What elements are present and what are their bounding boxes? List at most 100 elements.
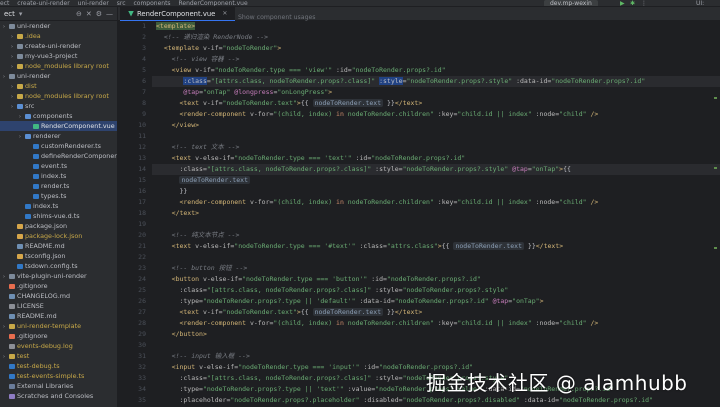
code-line[interactable]: :type="nodeToRender.props?.type || 'defa… bbox=[152, 296, 720, 307]
tree-item[interactable]: › uni-render bbox=[0, 21, 117, 31]
code-line[interactable] bbox=[152, 252, 720, 263]
folder-icon bbox=[9, 273, 15, 279]
code-line[interactable]: <render-component v-for="(child, index) … bbox=[152, 109, 720, 120]
crumb-file[interactable]: RenderComponent.vue bbox=[178, 0, 247, 6]
code-line[interactable]: <text v-else-if="nodeToRender.type === '… bbox=[152, 241, 720, 252]
tree-item[interactable]: README.md bbox=[0, 241, 117, 251]
code-line[interactable]: :class="[attrs.class, nodeToRender.props… bbox=[152, 164, 720, 175]
code-line[interactable]: <button v-else-if="nodeToRender.type ===… bbox=[152, 274, 720, 285]
tree-item[interactable]: events-debug.log bbox=[0, 341, 117, 351]
code-line[interactable]: :class="[attrs.class, nodeToRender.props… bbox=[152, 76, 720, 87]
tree-item[interactable]: Scratches and Consoles bbox=[0, 391, 117, 401]
code-line[interactable] bbox=[152, 131, 720, 142]
tree-item[interactable]: › vite-plugin-uni-render bbox=[0, 271, 117, 281]
crumb-src[interactable]: src bbox=[117, 0, 126, 6]
tree-item-label: tsdown.config.ts bbox=[25, 262, 78, 270]
tree-item[interactable]: package.json bbox=[0, 221, 117, 231]
tab-render-component[interactable]: RenderComponent.vue ✕ bbox=[120, 7, 236, 21]
code-line[interactable]: <!-- 纯文本节点 --> bbox=[152, 230, 720, 241]
close-tab-icon[interactable]: ✕ bbox=[222, 10, 227, 17]
code-line[interactable]: <view v-if="nodeToRender.type === 'view'… bbox=[152, 65, 720, 76]
crumb-create-uni-render[interactable]: create-uni-render bbox=[17, 0, 69, 6]
tree-item[interactable]: LICENSE bbox=[0, 301, 117, 311]
tree-item[interactable]: types.ts bbox=[0, 191, 117, 201]
tree-item[interactable]: External Libraries bbox=[0, 381, 117, 391]
tree-item[interactable]: RenderComponent.vue bbox=[0, 121, 117, 131]
code-line[interactable]: <text v-if="nodeToRender.text">{{ nodeTo… bbox=[152, 98, 720, 109]
code-line[interactable]: <!-- view 容器 --> bbox=[152, 54, 720, 65]
code-line[interactable]: <template> bbox=[152, 21, 720, 32]
chevron-down-icon[interactable]: ▾ bbox=[19, 10, 23, 18]
code-line[interactable] bbox=[152, 340, 720, 351]
line-number: 16 bbox=[138, 187, 146, 195]
tree-item[interactable]: › renderer bbox=[0, 131, 117, 141]
tree-item[interactable]: › components bbox=[0, 111, 117, 121]
more-icon[interactable]: ⋮ bbox=[641, 0, 647, 6]
tree-item[interactable]: › node_modules library root bbox=[0, 61, 117, 71]
tree-item[interactable]: render.ts bbox=[0, 181, 117, 191]
code-token: {{ bbox=[300, 308, 313, 316]
code-line[interactable]: @tap="onTap" @longpress="onLongPress"> bbox=[152, 87, 720, 98]
crumb-project[interactable]: ect bbox=[0, 0, 9, 6]
code-line[interactable]: }} bbox=[152, 186, 720, 197]
code-line[interactable]: nodeToRender.text bbox=[152, 175, 720, 186]
tree-item[interactable]: › uni-render bbox=[0, 71, 117, 81]
tree-item[interactable]: › .idea bbox=[0, 31, 117, 41]
code-token: "child.id || index" bbox=[457, 319, 532, 327]
code-token: "attrs.class" bbox=[386, 242, 438, 250]
tree-item[interactable]: package-lock.json bbox=[0, 231, 117, 241]
code-area[interactable]: <template> <!-- 递归渲染 RenderNode --> <tem… bbox=[152, 21, 720, 407]
code-line[interactable]: </view> bbox=[152, 120, 720, 131]
close-icon[interactable]: ✕ bbox=[86, 10, 92, 18]
code-line[interactable]: <!-- button 按钮 --> bbox=[152, 263, 720, 274]
code-line[interactable]: </text> bbox=[152, 208, 720, 219]
crumb-components[interactable]: components bbox=[133, 0, 170, 6]
crumb-uni-render[interactable]: uni-render bbox=[78, 0, 109, 6]
code-line[interactable]: <text v-else-if="nodeToRender.type === '… bbox=[152, 153, 720, 164]
code-line[interactable]: <!-- text 文本 --> bbox=[152, 142, 720, 153]
code-token: :type= bbox=[179, 385, 203, 393]
tree-item[interactable]: › node_modules library root bbox=[0, 91, 117, 101]
code-token: @tap bbox=[183, 88, 200, 96]
tree-item[interactable]: shims-vue.d.ts bbox=[0, 211, 117, 221]
tree-item[interactable]: CHANGELOG.md bbox=[0, 291, 117, 301]
tree-item[interactable]: test-events-simple.ts bbox=[0, 371, 117, 381]
code-token: "nodeToRender.type === '#text'" bbox=[234, 242, 356, 250]
code-line[interactable]: <render-component v-for="(child, index) … bbox=[152, 197, 720, 208]
collapse-icon[interactable]: ⊖ bbox=[76, 10, 82, 18]
code-line[interactable]: <render-component v-for="(child, index) … bbox=[152, 318, 720, 329]
tree-item[interactable]: › src bbox=[0, 101, 117, 111]
debug-icon[interactable]: ✱ bbox=[630, 0, 635, 6]
tree-item[interactable]: › dist bbox=[0, 81, 117, 91]
project-title[interactable]: ect bbox=[4, 10, 15, 18]
tree-item[interactable]: tsconfig.json bbox=[0, 251, 117, 261]
tree-item[interactable]: index.ts bbox=[0, 171, 117, 181]
code-line[interactable]: </button> bbox=[152, 329, 720, 340]
tree-item[interactable]: event.ts bbox=[0, 161, 117, 171]
code-line[interactable]: <!-- input 输入框 --> bbox=[152, 351, 720, 362]
tree-item[interactable]: .gitignore bbox=[0, 331, 117, 341]
tree-item[interactable]: customRenderer.ts bbox=[0, 141, 117, 151]
code-line[interactable]: :class="[attrs.class, nodeToRender.props… bbox=[152, 285, 720, 296]
tree-item[interactable]: › uni-render-template bbox=[0, 321, 117, 331]
code-line[interactable]: <template v-if="nodeToRender"> bbox=[152, 43, 720, 54]
tree-item[interactable]: › test bbox=[0, 351, 117, 361]
tree-item-label: .idea bbox=[25, 32, 41, 40]
gear-icon[interactable]: ⚙ bbox=[96, 10, 102, 18]
tree-item[interactable]: tsdown.config.ts bbox=[0, 261, 117, 271]
tree-item[interactable]: .gitignore bbox=[0, 281, 117, 291]
tree-item[interactable]: defineRenderComponent.ts bbox=[0, 151, 117, 161]
code-line[interactable]: <!-- 递归渲染 RenderNode --> bbox=[152, 32, 720, 43]
code-line[interactable]: :placeholder="nodeToRender.props?.placeh… bbox=[152, 395, 720, 406]
tree-item[interactable]: › create-uni-render bbox=[0, 41, 117, 51]
code-line[interactable]: <text v-if="nodeToRender.text">{{ nodeTo… bbox=[152, 307, 720, 318]
minimize-icon[interactable]: — bbox=[106, 10, 113, 18]
tree-item[interactable]: index.ts bbox=[0, 201, 117, 211]
git-branch-selector[interactable]: dev.mp-wexin bbox=[544, 0, 598, 6]
tree-item[interactable]: › my-vue3-project bbox=[0, 51, 117, 61]
code-token: :disabled= bbox=[359, 396, 403, 404]
tree-item[interactable]: test-debug.ts bbox=[0, 361, 117, 371]
run-icon[interactable]: ▶ bbox=[620, 0, 625, 6]
code-line[interactable] bbox=[152, 219, 720, 230]
tree-item[interactable]: README.md bbox=[0, 311, 117, 321]
